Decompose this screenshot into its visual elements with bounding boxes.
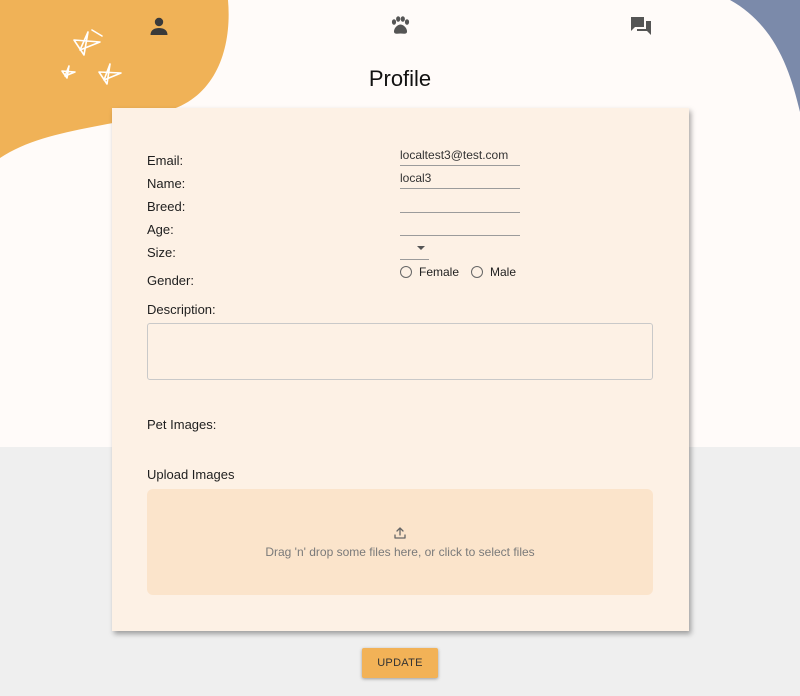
description-textarea[interactable] <box>147 323 653 380</box>
gender-radio-group: Female Male <box>400 265 528 279</box>
image-dropzone[interactable]: Drag 'n' drop some files here, or click … <box>147 489 653 595</box>
paw-icon[interactable] <box>388 14 412 38</box>
chat-icon[interactable] <box>629 14 653 38</box>
breed-label: Breed: <box>147 199 186 214</box>
gender-male-radio[interactable] <box>471 266 484 278</box>
name-field[interactable] <box>400 168 520 189</box>
upload-icon <box>394 527 406 539</box>
age-field[interactable] <box>400 215 520 236</box>
size-label: Size: <box>147 245 176 260</box>
gender-male-label[interactable]: Male <box>490 265 516 279</box>
age-label: Age: <box>147 222 174 237</box>
size-select[interactable] <box>400 239 429 260</box>
dropzone-text: Drag 'n' drop some files here, or click … <box>265 545 535 559</box>
decorative-blue-blob <box>730 0 800 112</box>
description-label: Description: <box>147 302 216 317</box>
caret-down-icon <box>417 246 425 250</box>
breed-field[interactable] <box>400 192 520 213</box>
name-label: Name: <box>147 176 186 191</box>
pet-images-label: Pet Images: <box>147 417 217 432</box>
gender-female-radio[interactable] <box>400 266 412 278</box>
update-button[interactable]: UPDATE <box>362 648 438 678</box>
email-label: Email: <box>147 153 184 168</box>
email-field[interactable] <box>400 145 520 166</box>
page-title: Profile <box>368 66 432 91</box>
person-icon[interactable] <box>147 14 171 38</box>
gender-label: Gender: <box>147 273 194 288</box>
profile-form-card: Email: Name: Breed: Age: Size: Gender: D… <box>112 108 689 631</box>
gender-female-label[interactable]: Female <box>419 265 459 279</box>
upload-images-label: Upload Images <box>147 467 235 482</box>
